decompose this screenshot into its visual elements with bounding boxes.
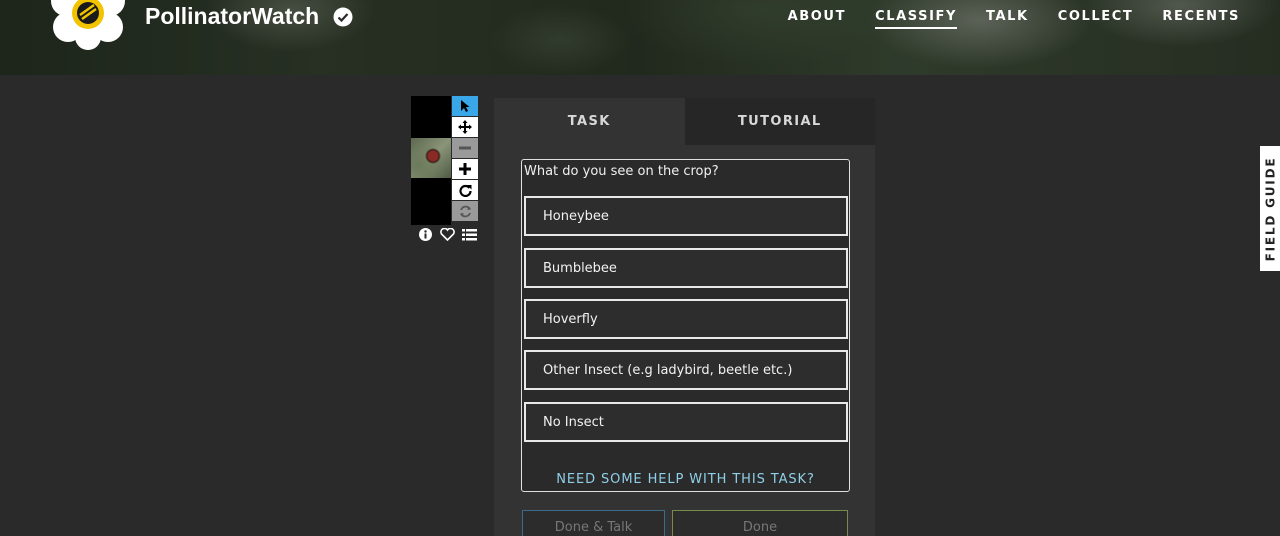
task-help-link[interactable]: NEED SOME HELP WITH THIS TASK? xyxy=(522,472,849,487)
nav-collect[interactable]: COLLECT xyxy=(1058,9,1134,29)
task-area: What do you see on the crop? Honeybee Bu… xyxy=(521,159,850,492)
zoom-in-button[interactable] xyxy=(452,159,478,179)
pointer-tool-button[interactable] xyxy=(452,96,478,116)
rotate-icon xyxy=(458,184,472,197)
subject-image[interactable] xyxy=(411,96,451,225)
info-icon[interactable] xyxy=(418,228,433,241)
zoom-in-icon xyxy=(459,163,471,175)
reset-button[interactable] xyxy=(452,201,478,221)
zoom-out-button[interactable] xyxy=(452,138,478,158)
favorite-heart-icon[interactable] xyxy=(440,228,455,241)
reset-icon xyxy=(459,205,471,217)
move-icon xyxy=(458,120,472,134)
viewer-toolbar xyxy=(452,96,478,222)
done-and-talk-button[interactable]: Done & Talk xyxy=(522,510,665,536)
field-guide-tab[interactable]: FIELD GUIDE xyxy=(1260,146,1280,271)
done-button[interactable]: Done xyxy=(672,510,848,536)
answer-no-insect[interactable]: No Insect xyxy=(524,402,848,442)
collection-list-icon[interactable] xyxy=(462,228,477,241)
subject-meta-actions xyxy=(418,228,477,241)
task-question: What do you see on the crop? xyxy=(524,164,719,179)
brand[interactable]: PollinatorWatch xyxy=(145,3,353,30)
field-guide-label: FIELD GUIDE xyxy=(1263,156,1278,261)
site-header: PollinatorWatch ABOUT CLASSIFY TALK COLL… xyxy=(0,0,1280,75)
nav-classify[interactable]: CLASSIFY xyxy=(875,9,958,29)
rotate-button[interactable] xyxy=(452,180,478,200)
answer-other-insect[interactable]: Other Insect (e.g ladybird, beetle etc.) xyxy=(524,350,848,390)
main-nav: ABOUT CLASSIFY TALK COLLECT RECENTS xyxy=(759,9,1240,29)
answer-honeybee[interactable]: Honeybee xyxy=(524,196,848,236)
logo-icon[interactable] xyxy=(50,0,126,51)
task-tabs: TASK TUTORIAL xyxy=(494,98,875,145)
move-tool-button[interactable] xyxy=(452,117,478,137)
brand-name[interactable]: PollinatorWatch xyxy=(145,3,319,30)
nav-recents[interactable]: RECENTS xyxy=(1162,9,1240,29)
verified-icon xyxy=(333,7,353,26)
task-panel: TASK TUTORIAL What do you see on the cro… xyxy=(493,97,876,536)
answer-bumblebee[interactable]: Bumblebee xyxy=(524,248,848,288)
subject-crop xyxy=(411,138,451,178)
tab-task[interactable]: TASK xyxy=(494,98,685,145)
pointer-icon xyxy=(461,100,470,112)
tab-tutorial[interactable]: TUTORIAL xyxy=(684,98,875,145)
nav-talk[interactable]: TALK xyxy=(986,9,1029,29)
zoom-out-icon xyxy=(459,146,471,150)
answer-hoverfly[interactable]: Hoverfly xyxy=(524,299,848,339)
nav-about[interactable]: ABOUT xyxy=(788,9,846,29)
